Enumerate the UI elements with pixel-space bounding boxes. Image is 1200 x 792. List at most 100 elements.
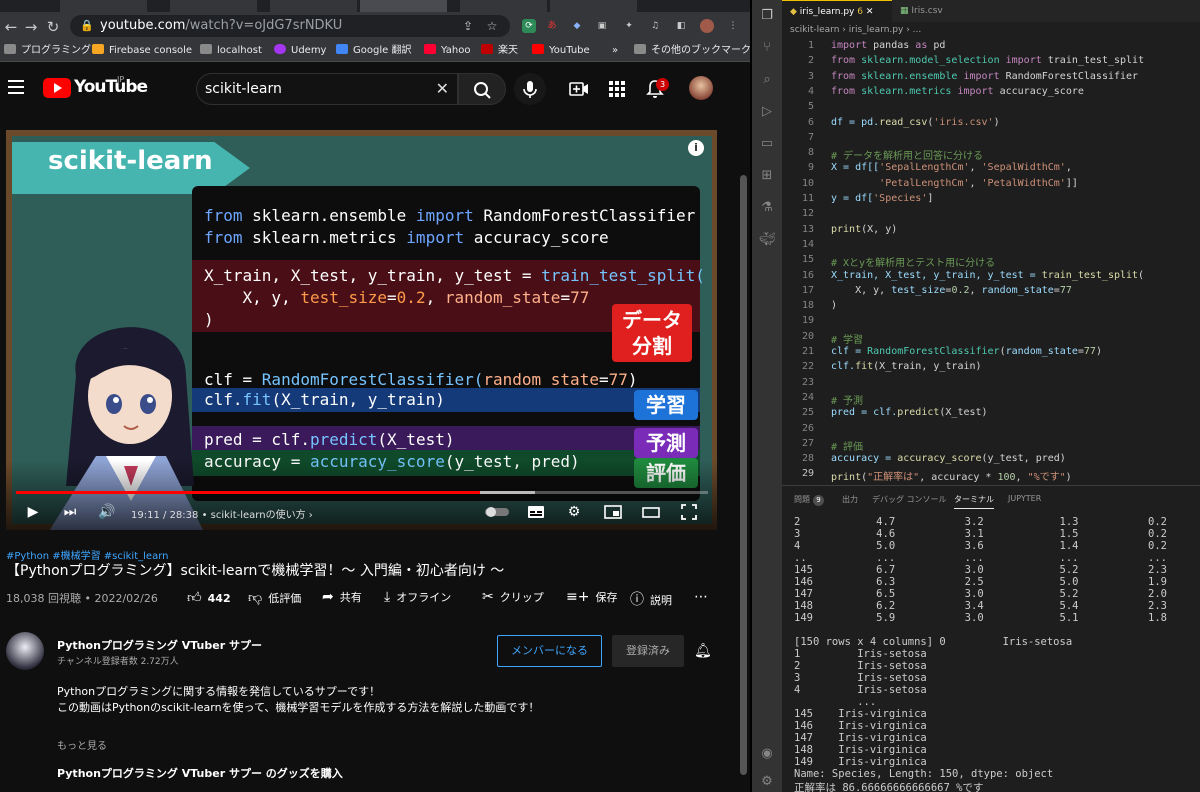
join-membership-button[interactable]: メンバーになる <box>497 635 602 667</box>
forward-icon[interactable]: → <box>22 18 40 36</box>
account-avatar[interactable] <box>689 76 713 100</box>
tab-iris-learn-py[interactable]: ◆ iris_learn.py 6 ✕ <box>782 0 892 22</box>
page-scrollbar[interactable] <box>737 115 750 792</box>
extension-icon[interactable]: ⟳ <box>522 19 536 33</box>
browser-tab[interactable] <box>460 0 548 12</box>
code-line[interactable]: ) <box>831 300 837 311</box>
breadcrumb[interactable]: scikit-learn › iris_learn.py › ... <box>782 22 1200 38</box>
search-button[interactable] <box>458 73 506 105</box>
testing-icon[interactable]: ⚗ <box>759 200 775 216</box>
bookmark-item[interactable]: localhost <box>200 40 262 62</box>
close-icon[interactable]: ✕ <box>866 7 874 17</box>
explorer-icon[interactable]: ❐ <box>759 8 775 24</box>
create-video-icon[interactable] <box>569 79 589 99</box>
extension-icon[interactable]: ▣ <box>595 19 609 33</box>
source-control-icon[interactable]: ⑂ <box>759 40 775 56</box>
bookmark-item[interactable]: Google 翻訳 <box>336 40 411 62</box>
save-button[interactable]: ≡+ 保存 <box>566 589 617 605</box>
code-line[interactable]: df = pd.read_csv('iris.csv') <box>831 117 1000 128</box>
browser-tab[interactable] <box>270 0 358 12</box>
download-offline-button[interactable]: ⤓ オフライン <box>384 589 451 605</box>
docker-icon[interactable]: 🐳︎ <box>759 232 776 248</box>
browser-tab[interactable] <box>170 0 258 12</box>
bookmark-star-icon[interactable]: ☆ <box>484 18 500 34</box>
hamburger-menu-icon[interactable] <box>8 80 24 94</box>
scrollbar-thumb[interactable] <box>740 175 747 775</box>
remote-explorer-icon[interactable]: ▭ <box>759 136 775 152</box>
dislike-button[interactable]: 👎︎ 低評価 <box>248 589 301 606</box>
code-line[interactable]: X, y, test_size=0.2, random_state=77 <box>831 285 1072 296</box>
extension-icon[interactable]: あ <box>545 19 559 33</box>
search-icon[interactable]: ⌕ <box>759 72 775 88</box>
clip-button[interactable]: ✂ クリップ <box>482 589 544 605</box>
voice-search-button[interactable] <box>514 73 546 105</box>
play-icon[interactable]: ▶ <box>24 503 42 521</box>
tab-output[interactable]: 出力 <box>842 494 858 505</box>
reload-icon[interactable]: ↻ <box>44 18 62 36</box>
browser-tab-active[interactable] <box>360 0 448 12</box>
browser-tab[interactable] <box>550 0 638 12</box>
code-line[interactable]: y = df['Species'] <box>831 193 933 204</box>
channel-bell-icon[interactable]: 🔔︎ <box>694 643 712 659</box>
info-icon[interactable]: i <box>688 140 704 156</box>
fullscreen-icon[interactable] <box>680 503 698 521</box>
code-line[interactable]: print("正解率は", accuracy * 100, "%です") <box>831 468 1072 483</box>
more-actions-icon[interactable]: ⋯ <box>694 589 708 605</box>
next-video-icon[interactable]: ⏭ <box>61 503 79 521</box>
address-bar[interactable]: 🔒 youtube.com/watch?v=oJdG7srNDKU ⇪ ☆ <box>70 15 510 37</box>
search-input[interactable]: scikit-learn ✕ <box>196 73 458 105</box>
miniplayer-icon[interactable] <box>604 503 622 521</box>
share-button[interactable]: ➦ 共有 <box>322 589 362 605</box>
bookmark-item[interactable]: その他のブックマーク <box>634 40 750 62</box>
subscribed-button[interactable]: 登録済み <box>612 635 684 667</box>
code-line[interactable]: from sklearn.model_selection import trai… <box>831 55 1144 66</box>
code-line[interactable]: clf = RandomForestClassifier(random_stat… <box>831 346 1102 357</box>
code-line[interactable]: # 予測 <box>831 392 863 407</box>
bookmark-item[interactable]: Udemy <box>274 40 326 62</box>
clear-search-icon[interactable]: ✕ <box>436 74 449 104</box>
volume-icon[interactable]: 🔊 <box>98 503 116 521</box>
code-line[interactable]: # 評価 <box>831 438 863 453</box>
tab-problems[interactable]: 問題 9 <box>794 494 824 506</box>
channel-name[interactable]: Pythonプログラミング VTuber サプー <box>57 637 262 653</box>
settings-gear-icon[interactable]: ⚙ <box>759 774 775 790</box>
code-editor[interactable]: 1 import pandas as pd 2 from sklearn.model_… <box>782 38 1200 485</box>
bookmark-item[interactable]: Yahoo <box>424 40 470 62</box>
channel-avatar[interactable] <box>6 632 44 670</box>
bookmarks-overflow-button[interactable]: » <box>612 40 618 62</box>
bookmark-item[interactable]: 楽天 <box>481 40 518 62</box>
code-line[interactable]: X = df[['SepalLengthCm', 'SepalWidthCm', <box>831 162 1072 173</box>
run-debug-icon[interactable]: ▷ <box>759 104 775 120</box>
settings-gear-icon[interactable]: ⚙ <box>565 503 583 521</box>
browser-tab[interactable] <box>60 0 148 12</box>
code-line[interactable]: X_train, X_test, y_train, y_test = train… <box>831 270 1144 281</box>
account-icon[interactable]: ◉ <box>759 746 775 762</box>
code-line[interactable]: from sklearn.metrics import accuracy_sco… <box>831 86 1084 97</box>
bookmark-item[interactable]: プログラミング <box>4 40 91 62</box>
share-icon[interactable]: ⇪ <box>460 18 476 34</box>
explain-button[interactable]: ⓘ 説明 <box>630 589 672 609</box>
video-player[interactable]: scikit-learn from sklearn.ensemble impor… <box>6 130 717 530</box>
tab-jupyter[interactable]: JUPYTER <box>1008 494 1041 503</box>
menu-kebab-icon[interactable]: ⋮ <box>726 19 740 33</box>
puzzle-icon[interactable]: ✦ <box>622 19 636 33</box>
code-line[interactable]: pred = clf.predict(X_test) <box>831 407 988 418</box>
extension-icon[interactable]: ◆ <box>570 19 584 33</box>
theater-mode-icon[interactable] <box>642 503 660 521</box>
code-line[interactable]: # 学習 <box>831 331 863 346</box>
code-line[interactable]: print(X, y) <box>831 224 897 235</box>
like-button[interactable]: 👍︎ 442 <box>187 589 231 606</box>
side-panel-icon[interactable]: ◧ <box>674 19 688 33</box>
code-line[interactable]: accuracy = accuracy_score(y_test, pred) <box>831 453 1066 464</box>
subtitles-icon[interactable] <box>527 503 545 521</box>
tab-iris-csv[interactable]: ▦ Iris.csv <box>892 0 962 22</box>
tab-terminal[interactable]: ターミナル <box>954 494 994 509</box>
media-icon[interactable]: ♫ <box>648 19 662 33</box>
youtube-logo-text[interactable]: YouTube <box>74 77 148 97</box>
code-line[interactable]: import pandas as pd <box>831 40 945 51</box>
code-line[interactable]: from sklearn.ensemble import RandomFores… <box>831 71 1138 82</box>
code-line[interactable]: # データを解析用と回答に分ける <box>831 147 983 162</box>
code-line[interactable]: # Xとyを解析用とテスト用に分ける <box>831 254 995 269</box>
back-icon[interactable]: ← <box>2 18 20 36</box>
bookmark-item[interactable]: YouTube <box>532 40 590 62</box>
